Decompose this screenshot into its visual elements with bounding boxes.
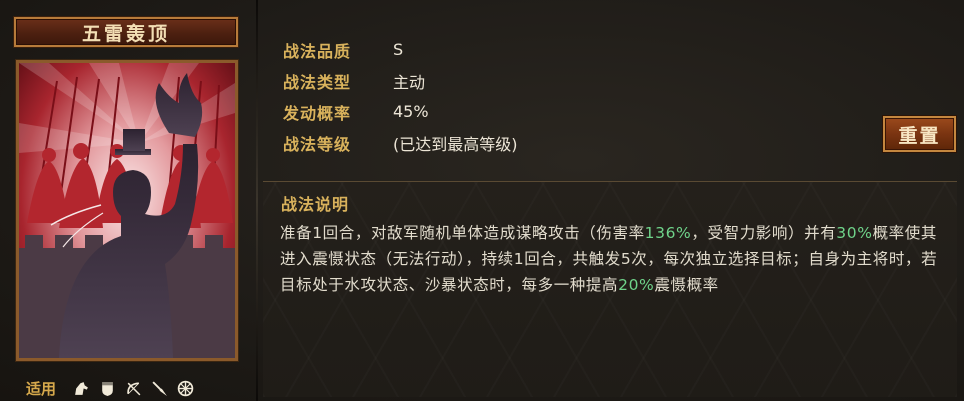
panel-divider: [256, 0, 258, 401]
description-segment: 准备1回合，对敌军随机单体造成谋略攻击（伤害率: [280, 224, 645, 242]
attr-value: (已达到最高等级): [393, 134, 518, 154]
attr-label: 战法等级: [283, 134, 352, 154]
description-highlight: 136%: [644, 224, 692, 242]
attr-level: 战法等级 (已达到最高等级): [283, 127, 518, 158]
shield-icon: [99, 380, 116, 397]
suitable-units: 适用: [26, 376, 194, 400]
description-highlight: 20%: [618, 276, 655, 294]
spear-icon: [151, 380, 168, 397]
cavalry-icon: [73, 380, 90, 397]
attr-label: 战法品质: [283, 41, 352, 61]
siege-wheel-icon: [177, 380, 194, 397]
description-highlight: 30%: [836, 224, 873, 242]
skill-name: 五雷轰顶: [14, 17, 238, 47]
skill-illustration: [16, 60, 238, 361]
description-segment: ，受智力影响）并有: [691, 224, 837, 242]
suitable-label: 适用: [26, 379, 57, 398]
attr-label: 发动概率: [283, 103, 352, 123]
attr-value: 主动: [393, 72, 426, 92]
reset-button[interactable]: 重置: [883, 116, 956, 152]
bow-icon: [125, 380, 142, 397]
description-segment: 震慑概率: [654, 276, 719, 294]
description-text: 准备1回合，对敌军随机单体造成谋略攻击（伤害率136%，受智力影响）并有30%概…: [280, 220, 948, 298]
attr-value: S: [393, 40, 404, 59]
skill-attributes: 战法品质 S 战法类型 主动 发动概率 45% 战法等级 (已达到最高等级): [283, 34, 518, 158]
description-title: 战法说明: [281, 195, 350, 214]
attr-quality: 战法品质 S: [283, 34, 518, 65]
attr-value: 45%: [393, 102, 429, 121]
skill-detail-panel: 五雷轰顶 适用 战法品质 S 战法类型 主动 发动概率 45% 战法等级 (已达…: [0, 0, 964, 401]
description-panel: 战法说明 准备1回合，对敌军随机单体造成谋略攻击（伤害率136%，受智力影响）并…: [263, 181, 957, 397]
attr-label: 战法类型: [283, 72, 352, 92]
attr-rate: 发动概率 45%: [283, 96, 518, 127]
attr-type: 战法类型 主动: [283, 65, 518, 96]
